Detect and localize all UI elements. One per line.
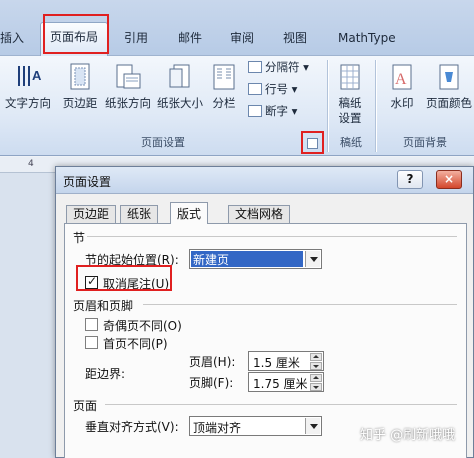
dialog-titlebar[interactable]: 页面设置 ? × (56, 167, 473, 194)
suppress-endnotes-label[interactable]: 取消尾注(U) (103, 275, 169, 292)
line-numbers-label: 行号 (265, 82, 288, 96)
tab-review[interactable]: 审阅 (230, 28, 254, 48)
page-size-icon (169, 64, 190, 88)
dialog-title: 页面设置 (63, 175, 112, 189)
page-color-button[interactable]: 页面颜色 (424, 58, 474, 132)
ribbon: A 文字方向 页边距 纸张方向 纸张大小 分栏 分隔符 ▾ 行号 ▾ 断字 ▾ … (0, 56, 474, 156)
section-divider (87, 236, 457, 237)
help-button[interactable]: ? (397, 170, 423, 189)
vertical-align-select[interactable]: 顶端对齐 (189, 416, 322, 436)
page-setup-dialog: 页面设置 ? × 页边距 纸张 版式 文档网格 节 节的起始位置(R): 新建页… (55, 166, 474, 458)
columns-icon (213, 64, 235, 90)
hyphenation-label: 断字 (265, 104, 288, 118)
page-setup-group-label: 页面设置 (141, 136, 185, 149)
page-size-label: 纸张大小 (157, 96, 203, 110)
manuscript-icon (340, 64, 360, 90)
margins-label: 页边距 (62, 96, 98, 110)
text-direction-icon: A (18, 66, 42, 86)
footer-distance-value: 1.75 厘米 (253, 377, 308, 391)
page-size-button[interactable]: 纸张大小 (152, 58, 208, 132)
section-start-label: 节的起始位置(R): (85, 253, 179, 267)
odd-even-label[interactable]: 奇偶页不同(O) (103, 317, 182, 334)
header-distance-spinner[interactable]: 1.5 厘米 (248, 351, 324, 371)
close-button[interactable]: × (436, 170, 462, 189)
ruler-mark: 4 (28, 159, 34, 169)
page-color-label: 页面颜色 (426, 96, 472, 110)
vertical-align-label: 垂直对齐方式(V): (85, 420, 179, 434)
chevron-down-icon[interactable] (305, 418, 320, 434)
tab-mailings[interactable]: 邮件 (178, 28, 202, 48)
header-footer-divider (143, 304, 457, 305)
spin-down-icon[interactable] (310, 362, 322, 370)
ribbon-tab-bar: 插入 页面布局 引用 邮件 审阅 视图 MathType (0, 0, 474, 56)
header-distance-value: 1.5 厘米 (253, 356, 300, 370)
orientation-icon (116, 64, 141, 89)
tab-references[interactable]: 引用 (124, 28, 148, 48)
tab-layout[interactable]: 版式 (170, 202, 209, 224)
suppress-endnotes-checkbox[interactable] (85, 274, 98, 289)
paper-group-label: 稿纸 (340, 136, 362, 149)
first-page-label[interactable]: 首页不同(P) (103, 335, 168, 352)
text-direction-label: 文字方向 (5, 96, 51, 110)
tab-paper[interactable]: 纸张 (120, 205, 159, 223)
page-heading: 页面 (73, 399, 98, 413)
footer-distance-spinner[interactable]: 1.75 厘米 (248, 372, 324, 392)
manuscript-setup-button[interactable]: 稿纸 设置 (330, 58, 370, 132)
manuscript-setup-label: 稿纸 设置 (338, 96, 362, 125)
first-page-checkbox[interactable] (85, 336, 98, 349)
tab-mathtype[interactable]: MathType (338, 28, 396, 48)
hyphenation-icon (248, 105, 262, 117)
vertical-align-value: 顶端对齐 (193, 421, 242, 435)
line-numbers-icon (248, 83, 262, 95)
chevron-down-icon[interactable] (305, 251, 320, 267)
header-footer-heading: 页眉和页脚 (73, 299, 134, 313)
orientation-button[interactable]: 纸张方向 (100, 58, 156, 132)
spin-down-icon[interactable] (310, 383, 322, 391)
tab-page-layout[interactable]: 页面布局 (40, 22, 108, 56)
spin-up-icon[interactable] (310, 353, 322, 361)
svg-text:A: A (395, 71, 407, 88)
watermark-button[interactable]: A 水印 (380, 58, 424, 132)
orientation-label: 纸张方向 (105, 96, 151, 110)
tab-view[interactable]: 视图 (283, 28, 307, 48)
breaks-label: 分隔符 (265, 60, 300, 74)
watermark-icon: A (392, 64, 412, 90)
page-color-icon (439, 64, 459, 90)
header-distance-label: 页眉(H): (189, 355, 236, 369)
svg-text:A: A (32, 68, 42, 83)
page-divider (105, 404, 457, 405)
spin-up-icon[interactable] (310, 374, 322, 382)
breaks-button[interactable]: 分隔符 ▾ (248, 58, 309, 77)
margins-button[interactable]: 页边距 (54, 58, 106, 132)
watermark-label: 水印 (390, 96, 414, 110)
text-direction-button[interactable]: A 文字方向 (2, 58, 54, 132)
odd-even-checkbox[interactable] (85, 318, 98, 331)
tab-insert[interactable]: 插入 (0, 28, 26, 48)
footer-distance-label: 页脚(F): (189, 376, 234, 390)
columns-label: 分栏 (212, 96, 236, 110)
page-background-group-label: 页面背景 (403, 136, 447, 149)
section-heading: 节 (73, 231, 86, 245)
layout-tab-panel: 节 节的起始位置(R): 新建页 取消尾注(U) 页眉和页脚 奇偶页不同(O) … (64, 223, 467, 458)
columns-button[interactable]: 分栏 (204, 58, 244, 132)
help-icon: ? (406, 172, 414, 186)
section-start-select[interactable]: 新建页 (189, 249, 322, 269)
page-setup-launcher-icon[interactable] (307, 138, 318, 149)
watermark-text: 知乎 @刷新哦哦 (360, 428, 456, 443)
hyphenation-button[interactable]: 断字 ▾ (248, 102, 297, 121)
breaks-icon (248, 61, 262, 73)
tab-document-grid[interactable]: 文档网格 (228, 205, 291, 223)
from-edge-label: 距边界: (85, 367, 126, 381)
margins-icon (70, 63, 90, 90)
tab-margins[interactable]: 页边距 (66, 205, 117, 223)
section-start-value: 新建页 (191, 251, 303, 267)
close-icon: × (443, 172, 455, 186)
line-numbers-button[interactable]: 行号 ▾ (248, 80, 297, 99)
